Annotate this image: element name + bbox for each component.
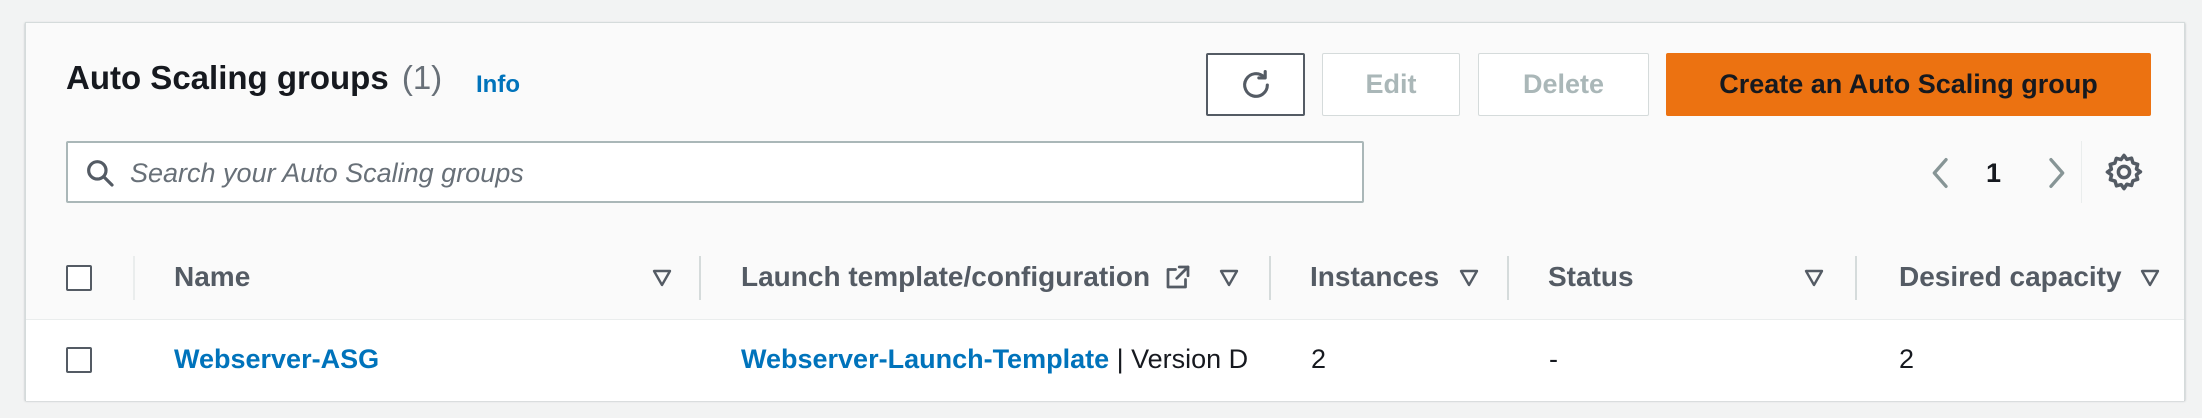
column-header-launch-template[interactable]: Launch template/configuration (741, 261, 1150, 293)
search-input[interactable] (128, 143, 1352, 203)
sort-icon[interactable] (1218, 268, 1240, 288)
pager-divider (2081, 141, 2082, 203)
launch-template-version: | Version D (1109, 344, 1249, 374)
column-header-desired-capacity[interactable]: Desired capacity (1899, 261, 2122, 293)
column-header-status[interactable]: Status (1548, 261, 1634, 293)
column-resizer[interactable] (1269, 256, 1271, 300)
column-resizer[interactable] (1507, 256, 1509, 300)
previous-page-icon[interactable] (1921, 153, 1961, 193)
select-all-checkbox[interactable] (66, 265, 92, 291)
cell-instances: 2 (1311, 344, 1327, 374)
refresh-button[interactable] (1206, 53, 1305, 116)
next-page-icon[interactable] (2036, 153, 2076, 193)
gear-icon[interactable] (2103, 151, 2145, 193)
cell-desired-capacity: 2 (1899, 344, 1915, 374)
edit-button[interactable]: Edit (1322, 53, 1460, 116)
sort-icon[interactable] (651, 268, 673, 288)
column-header-instances[interactable]: Instances (1310, 261, 1439, 293)
column-divider (133, 256, 135, 300)
table-header-row: Name Launch template/configuration Insta… (26, 238, 2184, 320)
page-title: Auto Scaling groups (1) (66, 59, 442, 97)
auto-scaling-groups-panel: Auto Scaling groups (1) Info Edit Delete… (25, 22, 2185, 401)
delete-button[interactable]: Delete (1478, 53, 1649, 116)
launch-template-link[interactable]: Webserver-Launch-Template (741, 344, 1109, 374)
page-title-text: Auto Scaling groups (66, 59, 389, 96)
external-link-icon[interactable] (1163, 262, 1193, 292)
cell-launch-template: Webserver-Launch-Template | Version D (741, 344, 1296, 375)
search-box (66, 141, 1364, 203)
panel-header: Auto Scaling groups (1) Info Edit Delete… (26, 23, 2184, 239)
current-page-number[interactable]: 1 (1986, 158, 2001, 189)
group-count: (1) (401, 59, 443, 96)
sort-icon[interactable] (1458, 268, 1480, 288)
refresh-icon (1242, 69, 1269, 98)
cell-name: Webserver-ASG (174, 344, 379, 375)
sort-icon[interactable] (2139, 268, 2161, 288)
group-name-link[interactable]: Webserver-ASG (174, 344, 379, 374)
create-auto-scaling-group-button[interactable]: Create an Auto Scaling group (1666, 53, 2151, 116)
search-icon (87, 160, 114, 187)
cell-status: - (1549, 344, 1558, 374)
sort-icon[interactable] (1803, 268, 1825, 288)
row-select-checkbox[interactable] (66, 347, 92, 373)
column-header-name[interactable]: Name (174, 261, 250, 293)
column-resizer[interactable] (699, 256, 701, 300)
info-link[interactable]: Info (476, 71, 520, 99)
column-resizer[interactable] (1855, 256, 1857, 300)
table-row[interactable]: Webserver-ASG Webserver-Launch-Template … (26, 320, 2184, 401)
